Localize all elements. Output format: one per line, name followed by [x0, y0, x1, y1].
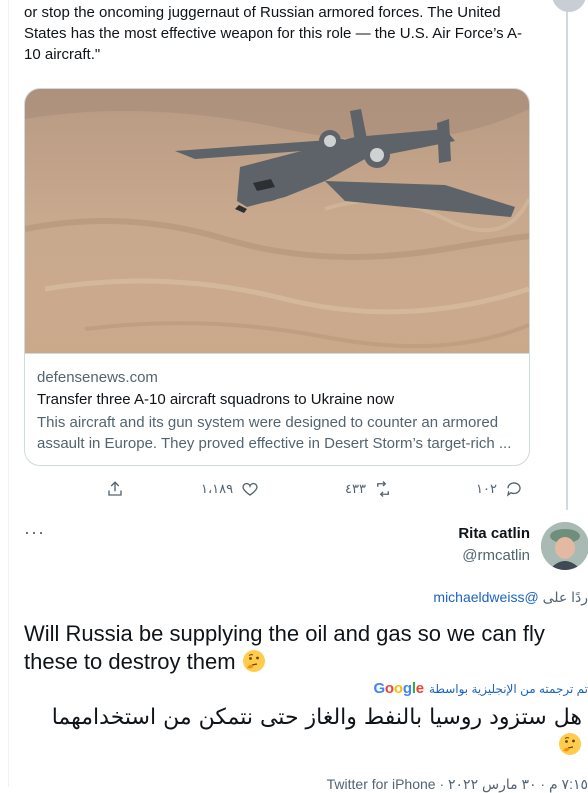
replying-to: ردًا على @michaeldweiss: [433, 588, 588, 606]
like-button[interactable]: ١،١٨٩: [201, 478, 259, 500]
tweet-text: Will Russia be supplying the oil and gas…: [24, 620, 579, 676]
card-domain: defensenews.com: [37, 369, 158, 386]
thread-connector-line: [566, 0, 568, 510]
google-logo: Google: [373, 680, 424, 697]
avatar[interactable]: [541, 522, 588, 570]
reply-icon: [506, 482, 521, 497]
translated-text: هل ستزود روسيا بالنفط والغاز حتى نتمكن م…: [22, 704, 582, 760]
author-handle[interactable]: @rmcatlin: [462, 547, 530, 564]
more-options-icon[interactable]: ···: [24, 523, 45, 541]
replying-to-prefix: ردًا على: [542, 589, 588, 605]
tweet-body: Will Russia be supplying the oil and gas…: [24, 621, 545, 674]
share-button[interactable]: [106, 478, 124, 500]
tweet-timestamp[interactable]: ٧:١٥ م · ٣٠ مارس ٢٠٢٢ · Twitter for iPho…: [327, 776, 588, 793]
timeline-border: [8, 0, 9, 787]
reply-button[interactable]: ١٠٢: [476, 478, 523, 500]
translation-label: تم ترجمته من الإنجليزية بواسطة: [428, 681, 588, 696]
card-description: This aircraft and its gun system were de…: [37, 414, 512, 452]
link-preview-card[interactable]: defensenews.com Transfer three A-10 airc…: [24, 88, 530, 466]
quoted-author-avatar[interactable]: [552, 0, 586, 12]
thinking-face-icon-translated: [559, 733, 581, 755]
like-count: ١،١٨٩: [201, 481, 234, 497]
a10-aircraft-image: [25, 89, 529, 353]
avatar-photo: [541, 522, 588, 570]
reply-count: ١٠٢: [476, 481, 497, 497]
retweet-count: ٤٣٣: [345, 481, 366, 497]
quoted-tweet-text: or stop the oncoming juggernaut of Russi…: [24, 4, 523, 63]
replying-to-mention[interactable]: @michaeldweiss: [433, 589, 538, 605]
retweet-button[interactable]: ٤٣٣: [345, 478, 392, 500]
card-title[interactable]: Transfer three A-10 aircraft squadrons t…: [37, 391, 394, 409]
thinking-face-icon: [242, 650, 265, 672]
heart-icon: [242, 482, 258, 496]
translation-attribution[interactable]: Google تم ترجمته من الإنجليزية بواسطة: [373, 680, 588, 697]
retweet-icon: [377, 481, 389, 497]
share-icon: [108, 481, 122, 496]
card-divider: [25, 353, 529, 354]
author-name[interactable]: Rita catlin: [458, 525, 530, 542]
translated-body: هل ستزود روسيا بالنفط والغاز حتى نتمكن م…: [51, 705, 582, 730]
